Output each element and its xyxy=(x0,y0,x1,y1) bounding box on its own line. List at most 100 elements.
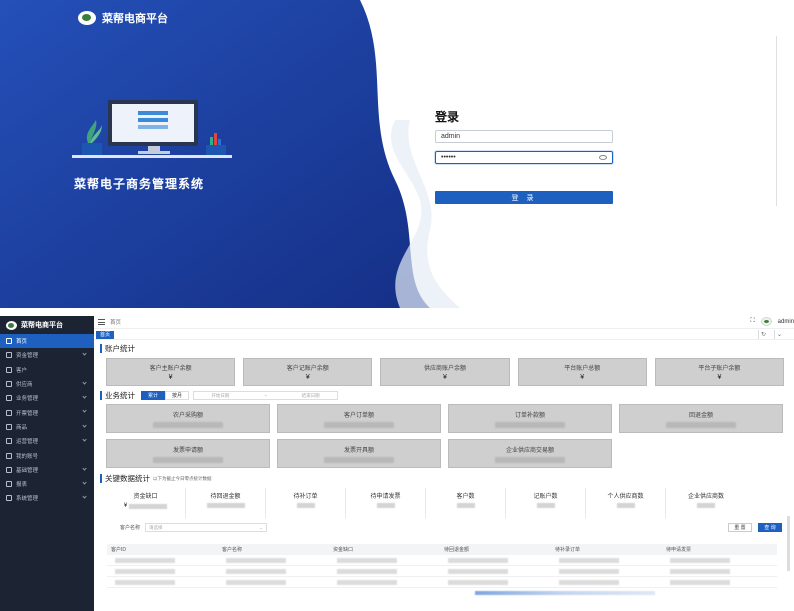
chevron-down-icon xyxy=(82,494,87,499)
sidebar-item-6[interactable]: 商品 xyxy=(0,420,94,434)
menu-toggle-icon[interactable] xyxy=(98,319,105,325)
business-stat-value-redacted xyxy=(153,421,223,428)
sidebar-item-1[interactable]: 资金管理 xyxy=(0,348,94,362)
product-icon xyxy=(6,423,12,430)
segment-monthly[interactable]: 按月 xyxy=(165,391,190,400)
account-stat-card: 客户主账户余额 ¥ xyxy=(106,358,236,386)
table-cell-redacted xyxy=(337,568,397,574)
table-row[interactable] xyxy=(107,566,777,577)
sidebar-item-4[interactable]: 业务管理 xyxy=(0,391,94,405)
chevron-down-icon[interactable]: ⌄ xyxy=(774,330,784,339)
horizontal-scrollbar[interactable] xyxy=(475,591,655,595)
wallet-icon xyxy=(6,352,12,359)
main-content: 账户统计 客户主账户余额 ¥ 客户记账户余额 ¥ 供应商账户余额 ¥ 平台账户总额 ¥ 平台子账… xyxy=(100,344,785,611)
key-stat-value-redacted xyxy=(456,503,475,508)
account-stat-label: 平台子账户余额 xyxy=(698,366,741,372)
account-stat-value: ¥ xyxy=(717,374,722,381)
date-range-picker[interactable]: 开始日期 ~ 结束日期 xyxy=(193,391,339,400)
username-value: admin xyxy=(441,133,461,140)
table-cell-redacted xyxy=(670,568,730,574)
account-stat-label: 供应商账户余额 xyxy=(424,366,467,372)
account-stat-card: 供应商账户余额 ¥ xyxy=(380,358,510,386)
brand-logo-icon xyxy=(6,320,17,330)
business-stat-label: 回退金额 xyxy=(688,412,713,419)
vertical-scrollbar[interactable] xyxy=(787,516,790,571)
login-brand-name: 菜帮电商平台 xyxy=(102,13,168,25)
avatar[interactable] xyxy=(760,317,772,326)
business-stat-card: 回退金额 xyxy=(619,404,783,433)
sidebar-item-11[interactable]: 系统管理 xyxy=(0,491,94,505)
table-row[interactable] xyxy=(107,555,777,566)
search-button[interactable]: 查 询 xyxy=(758,523,782,532)
system-title: 菜帮电子商务管理系统 xyxy=(74,177,205,191)
business-stat-value-redacted xyxy=(495,456,565,463)
date-end: 结束日期 xyxy=(301,392,320,398)
table-cell xyxy=(440,557,551,563)
table-cell-redacted xyxy=(226,557,286,563)
dashboard-screen: 菜帮电商平台 首页 资金管理 客户 供应商 业务管理 开票管理 商品 运营管理 我的账号 基础管理… xyxy=(0,316,794,611)
table-cell-redacted xyxy=(448,568,508,574)
business-stat-value-redacted xyxy=(153,456,223,463)
key-stat-value-redacted xyxy=(376,503,395,508)
table-cell-redacted xyxy=(115,579,175,585)
table-cell xyxy=(551,557,662,563)
account-stat-label: 客户主账户余额 xyxy=(149,366,192,372)
tab-home[interactable]: 首页 xyxy=(96,330,115,339)
username-label[interactable]: admin xyxy=(778,319,794,325)
table-cell xyxy=(329,568,440,574)
period-toggle: 累计 按月 xyxy=(141,391,190,400)
password-value: •••••• xyxy=(441,154,456,161)
top-bar: 首页 ⛶ admin xyxy=(94,316,794,329)
login-button[interactable]: 登 录 xyxy=(435,191,613,204)
operation-icon xyxy=(6,438,12,445)
filter-label: 客户名称 xyxy=(120,525,141,531)
key-stat: 记账户数 xyxy=(506,488,586,518)
date-start: 开始日期 xyxy=(211,392,230,398)
customer-select[interactable]: 请选择 ⌄ xyxy=(145,523,268,532)
sidebar-item-5[interactable]: 开票管理 xyxy=(0,405,94,419)
customer-table: 客户ID 客户名称 资金缺口 待回退金额 待补录订单 待申请发票 xyxy=(107,544,777,588)
eye-icon[interactable] xyxy=(599,155,607,160)
business-stats-cards: 农户采购额 客户订单额 订单补款额 回退金额 发票申请额 发票开具额 企业供应商交易额 xyxy=(106,404,794,468)
table-cell xyxy=(440,579,551,585)
sidebar-item-7[interactable]: 运营管理 xyxy=(0,434,94,448)
sidebar-item-label: 供应商 xyxy=(16,382,33,389)
business-stat-card: 农户采购额 xyxy=(106,404,270,433)
page-divider xyxy=(776,36,782,206)
key-stat-value xyxy=(376,503,395,508)
key-stat: 待补订单 xyxy=(266,488,346,518)
login-screen: 菜帮电商平台 菜帮电子商务管理系统 登录 admin •••••• 登 录 xyxy=(0,0,794,308)
sidebar-item-8[interactable]: 我的账号 xyxy=(0,448,94,462)
key-stat-label: 待补订单 xyxy=(293,494,318,500)
sidebar-item-10[interactable]: 报表 xyxy=(0,477,94,491)
key-stat-value xyxy=(296,503,315,508)
settings-icon xyxy=(6,466,12,473)
sidebar-item-2[interactable]: 客户 xyxy=(0,363,94,377)
chevron-down-icon xyxy=(82,408,87,414)
segment-cumulative[interactable]: 累计 xyxy=(141,391,166,400)
username-input[interactable]: admin xyxy=(435,130,613,143)
table-row[interactable] xyxy=(107,577,777,588)
key-stat-value-redacted xyxy=(129,503,168,509)
refresh-icon[interactable]: ↻ xyxy=(758,330,768,339)
table-cell-redacted xyxy=(670,579,730,585)
sidebar-item-3[interactable]: 供应商 xyxy=(0,377,94,391)
table-cell-redacted xyxy=(337,579,397,585)
reset-button[interactable]: 重 置 xyxy=(728,523,752,532)
key-stat: 企业供应商数 xyxy=(666,488,746,518)
table-cell xyxy=(551,568,662,574)
business-stat-label: 企业供应商交易额 xyxy=(505,447,554,454)
key-stat: 资金缺口 ¥ xyxy=(106,488,186,518)
business-icon xyxy=(6,395,12,402)
table-cell-redacted xyxy=(559,579,619,585)
sidebar-item-9[interactable]: 基础管理 xyxy=(0,463,94,477)
business-stat-card: 企业供应商交易额 xyxy=(448,439,612,468)
fullscreen-icon[interactable]: ⛶ xyxy=(750,318,754,325)
table-cell-redacted xyxy=(448,557,508,563)
sidebar-item-label: 运营管理 xyxy=(16,439,39,446)
table-cell xyxy=(329,579,440,585)
filter-buttons: 重 置 查 询 xyxy=(728,523,782,532)
date-sep: ~ xyxy=(264,393,267,398)
password-input[interactable]: •••••• xyxy=(435,151,613,164)
sidebar-item-0[interactable]: 首页 xyxy=(0,334,94,349)
